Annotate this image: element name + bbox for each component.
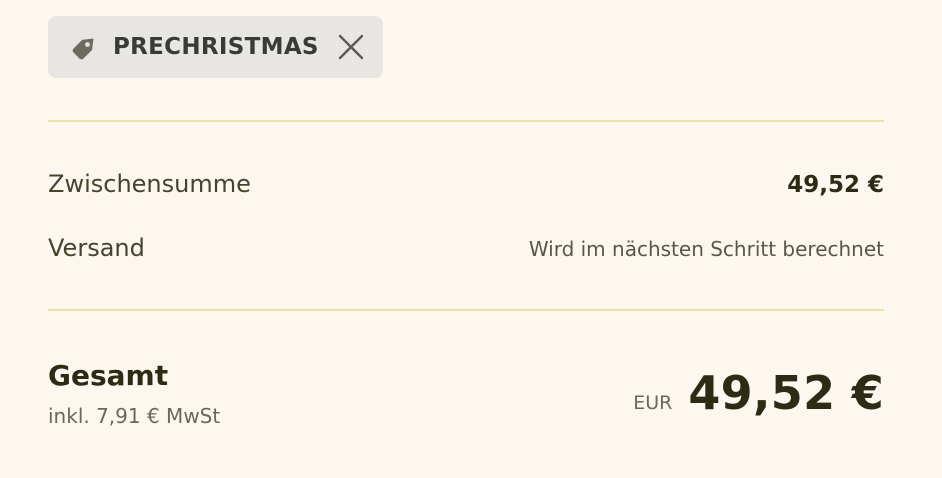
total-label: Gesamt [48,359,169,392]
tag-icon [67,29,103,65]
remove-discount-button[interactable] [337,33,365,61]
divider [48,120,884,122]
close-icon [338,34,364,60]
divider [48,309,884,311]
subtotal-label: Zwischensumme [48,170,251,198]
discount-tag: PRECHRISTMAS [48,16,383,78]
total-amount-group: EUR 49,52 € [633,366,884,420]
tax-note: inkl. 7,91 € MwSt [48,404,221,428]
subtotal-value: 49,52 € [787,172,884,198]
discount-code: PRECHRISTMAS [113,34,319,60]
shipping-value: Wird im nächsten Schritt berechnet [528,237,884,261]
shipping-label: Versand [48,234,145,262]
total-amount: 49,52 € [688,366,884,420]
currency-code: EUR [633,392,673,414]
